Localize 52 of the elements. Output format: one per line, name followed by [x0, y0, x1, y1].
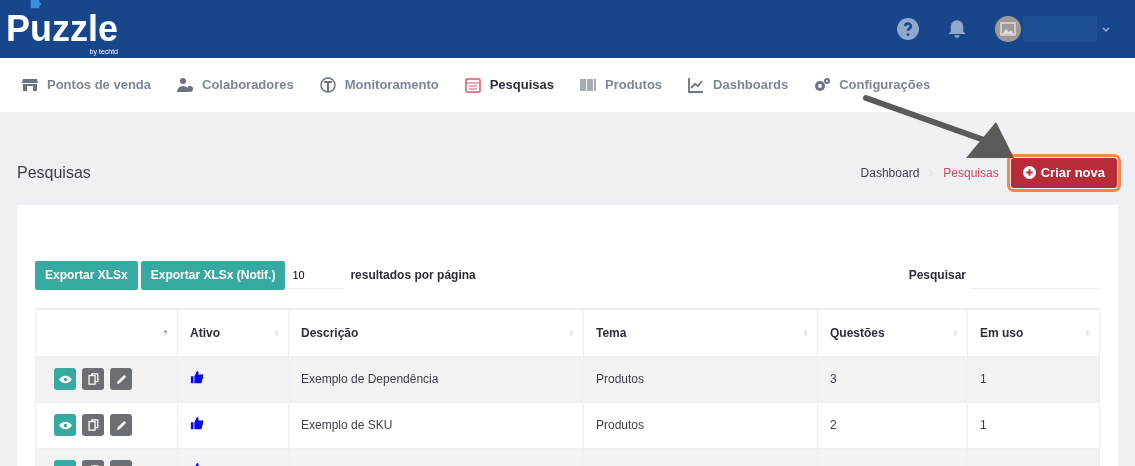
- table-cell: 2: [830, 418, 837, 432]
- nav-link[interactable]: Monitoramento: [319, 75, 439, 95]
- edit-button[interactable]: [110, 414, 132, 436]
- column-header[interactable]: Ativo: [177, 309, 289, 356]
- edit-button[interactable]: [110, 368, 132, 390]
- chevron-down-icon: [1101, 24, 1111, 34]
- column-header[interactable]: Questões: [817, 309, 968, 356]
- eye-icon: [58, 374, 72, 384]
- copy-button[interactable]: [82, 368, 104, 390]
- search-label: Pesquisar: [908, 267, 966, 284]
- calendar-icon: [464, 77, 481, 93]
- nav-link[interactable]: Dashboards: [688, 75, 789, 95]
- table-cell: Exemplo de SKU: [301, 418, 393, 432]
- page-title: Pesquisas: [17, 162, 91, 183]
- copy-button[interactable]: [82, 414, 104, 436]
- view-button[interactable]: [54, 414, 76, 436]
- nav-link[interactable]: Colaboradores: [177, 75, 294, 95]
- nav-link[interactable]: Pesquisas: [464, 75, 554, 95]
- page-size-field[interactable]: 10: [288, 261, 345, 289]
- users-icon: [177, 77, 194, 93]
- view-button[interactable]: [54, 368, 76, 390]
- nav-link[interactable]: Produtos: [580, 75, 663, 95]
- pencil-icon: [115, 419, 127, 431]
- pencil-icon: [115, 373, 127, 385]
- copy-icon: [87, 419, 99, 431]
- nav-link[interactable]: Pontos de venda: [22, 75, 152, 95]
- puzzle-piece-icon: [28, 0, 42, 10]
- gears-icon: [814, 77, 831, 93]
- breadcrumb-link[interactable]: Pesquisas: [943, 163, 999, 182]
- logo-text: Puzzle: [6, 10, 119, 48]
- line-chart-icon: [688, 77, 705, 93]
- table-cell: 1: [980, 418, 987, 432]
- bell-icon: [947, 18, 967, 40]
- column-header[interactable]: Em uso: [967, 309, 1100, 356]
- nav-link[interactable]: Configurações: [814, 75, 931, 95]
- copy-icon: [87, 373, 99, 385]
- breadcrumb-link[interactable]: Dashboard: [860, 163, 920, 182]
- table-cell: 3: [830, 372, 837, 386]
- barcode-icon: [580, 77, 596, 93]
- column-header[interactable]: Descrição: [288, 309, 584, 356]
- plus-circle-icon: [1022, 166, 1036, 179]
- page-size-label: resultados por página: [350, 267, 476, 284]
- table-cell: Produtos: [596, 418, 645, 432]
- eye-icon: [58, 420, 72, 430]
- table-cell: Exemplo de Dependência: [301, 372, 439, 386]
- avatar[interactable]: [995, 16, 1021, 42]
- help-icon: [897, 18, 919, 40]
- table-cell: 1: [980, 372, 987, 386]
- column-header[interactable]: Tema: [583, 309, 818, 356]
- store-icon: [22, 77, 38, 93]
- table-cell: Produtos: [596, 372, 645, 386]
- circle-icon: [319, 77, 336, 93]
